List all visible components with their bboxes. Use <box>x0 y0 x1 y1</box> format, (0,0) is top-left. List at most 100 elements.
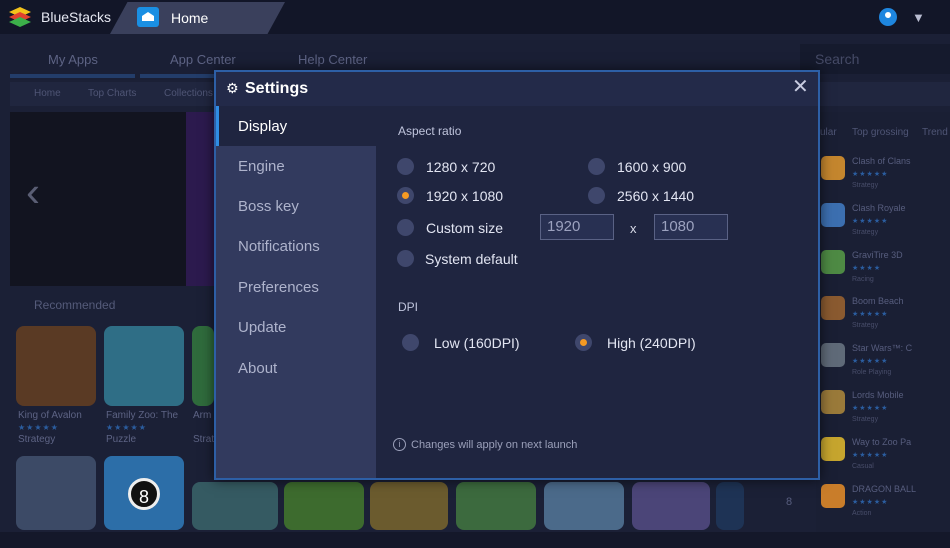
list-item-cat: Role Playing <box>852 369 892 376</box>
user-icon[interactable] <box>879 8 897 26</box>
sidebar-item-update[interactable]: Update <box>216 307 376 347</box>
app-tile[interactable] <box>370 482 448 530</box>
list-item-name: Star Wars™: C <box>852 343 913 353</box>
boom-beach-icon[interactable] <box>821 296 845 320</box>
sidebar-item-label: Update <box>238 319 287 336</box>
nav-my-apps[interactable]: My Apps <box>48 52 98 67</box>
list-item-name: GraviTire 3D <box>852 250 903 260</box>
nav-underline <box>10 74 135 78</box>
list-item-cat: Strategy <box>852 322 879 329</box>
recommended-label: Recommended <box>34 298 116 312</box>
tile-genre: Strat <box>193 434 215 445</box>
list-item-cat: Strategy <box>852 229 879 236</box>
tab-popular[interactable]: ular <box>820 127 837 138</box>
list-item-stars: ★★★★★ <box>852 358 889 365</box>
app-tile-8-ball-pool[interactable]: 8 <box>104 456 184 530</box>
list-item-stars: ★★★★★ <box>852 452 889 459</box>
close-icon[interactable]: ✕ <box>792 77 809 97</box>
star-wars-icon[interactable] <box>821 343 845 367</box>
tile-name: Arm <box>193 410 212 421</box>
sidebar-item-engine[interactable]: Engine <box>216 146 376 186</box>
list-item-name: Clash of Clans <box>852 156 911 166</box>
radio-1920x1080[interactable] <box>397 187 414 204</box>
aspect-ratio-label: Aspect ratio <box>398 124 462 138</box>
rank-number: 8 <box>786 496 793 508</box>
gravitire-3d-icon[interactable] <box>821 250 845 274</box>
radio-system-default[interactable] <box>397 250 414 267</box>
settings-header: ⚙ Settings ✕ <box>216 72 818 106</box>
clash-royale-icon[interactable] <box>821 203 845 227</box>
sidebar-item-label: Preferences <box>238 279 319 296</box>
radio-dpi-low[interactable] <box>402 334 419 351</box>
tile-genre: Puzzle <box>106 434 137 445</box>
app-tile[interactable] <box>192 482 278 530</box>
settings-title: Settings <box>245 80 309 97</box>
list-item-stars: ★★★★★ <box>852 171 889 178</box>
app-tile-family-zoo[interactable] <box>104 326 184 406</box>
tile-stars: ★★★★★ <box>18 423 59 432</box>
custom-height-field[interactable]: 1080 <box>654 214 728 240</box>
app-tile-army[interactable] <box>192 326 214 406</box>
settings-sidebar: Display Engine Boss key Notifications Pr… <box>216 106 376 478</box>
subnav-collections[interactable]: Collections <box>164 88 213 99</box>
list-item-stars: ★★★★★ <box>852 218 889 225</box>
tile-name: King of Avalon <box>18 410 82 421</box>
tile-number: 8 <box>128 478 160 510</box>
nav-app-center[interactable]: App Center <box>170 52 236 67</box>
tab-top-grossing[interactable]: Top grossing <box>852 127 909 138</box>
subnav-home[interactable]: Home <box>34 88 61 99</box>
list-item-stars: ★★★★★ <box>852 499 889 506</box>
radio-2560x1440[interactable] <box>588 187 605 204</box>
gear-icon: ⚙ <box>226 80 239 96</box>
clash-of-clans-icon[interactable] <box>821 156 845 180</box>
radio-label: Low (160DPI) <box>434 335 520 351</box>
sidebar-item-boss-key[interactable]: Boss key <box>216 186 376 226</box>
tab-trending[interactable]: Trend <box>922 127 948 138</box>
radio-1280x720[interactable] <box>397 158 414 175</box>
app-tile[interactable] <box>544 482 624 530</box>
radio-custom-size[interactable] <box>397 219 414 236</box>
radio-label: 1600 x 900 <box>617 159 687 175</box>
radio-label: 2560 x 1440 <box>617 188 695 204</box>
app-tile-final-fantasy[interactable] <box>16 456 96 530</box>
nav-help-center[interactable]: Help Center <box>298 52 367 67</box>
sidebar-item-label: Boss key <box>238 198 299 215</box>
sidebar-item-notifications[interactable]: Notifications <box>216 226 376 266</box>
size-separator: x <box>630 221 637 236</box>
app-name: BlueStacks <box>41 9 112 25</box>
bluestacks-logo-icon <box>9 7 31 27</box>
info-icon: i <box>393 438 406 451</box>
sidebar-item-display[interactable]: Display <box>216 106 376 146</box>
list-item-name: Way to Zoo Pa <box>852 437 912 447</box>
sidebar-item-label: Engine <box>238 158 285 175</box>
tab-home-label: Home <box>171 10 209 26</box>
lords-mobile-icon[interactable] <box>821 390 845 414</box>
dragon-ball-icon[interactable] <box>821 484 845 508</box>
sidebar-item-preferences[interactable]: Preferences <box>216 267 376 307</box>
way-to-zoo-icon[interactable] <box>821 437 845 461</box>
tile-genre: Strategy <box>18 434 56 445</box>
settings-dialog: ⚙ Settings ✕ Display Engine Boss key Not… <box>214 70 820 480</box>
home-icon <box>137 7 159 27</box>
app-tile-king-of-avalon[interactable] <box>16 326 96 406</box>
list-item-cat: Action <box>852 510 872 517</box>
sidebar-item-about[interactable]: About <box>216 348 376 388</box>
bottom-strip <box>0 532 950 548</box>
menu-icon[interactable]: ▼ <box>912 10 925 25</box>
radio-1600x900[interactable] <box>588 158 605 175</box>
subnav-top-charts[interactable]: Top Charts <box>88 88 136 99</box>
radio-dpi-high[interactable] <box>575 334 592 351</box>
search-placeholder: Search <box>815 51 860 67</box>
radio-label: System default <box>425 251 518 267</box>
app-tile[interactable] <box>716 482 744 530</box>
app-tile[interactable] <box>456 482 536 530</box>
list-item-name: DRAGON BALL <box>852 484 917 494</box>
list-item-stars: ★★★★ <box>852 265 882 272</box>
list-item-name: Boom Beach <box>852 296 904 306</box>
featured-banner-next <box>186 112 216 286</box>
app-tile[interactable] <box>632 482 710 530</box>
tile-name: Family Zoo: The <box>106 410 179 421</box>
custom-width-field[interactable]: 1920 <box>540 214 614 240</box>
chevron-left-icon[interactable]: ‹ <box>26 168 40 216</box>
app-tile[interactable] <box>284 482 364 530</box>
